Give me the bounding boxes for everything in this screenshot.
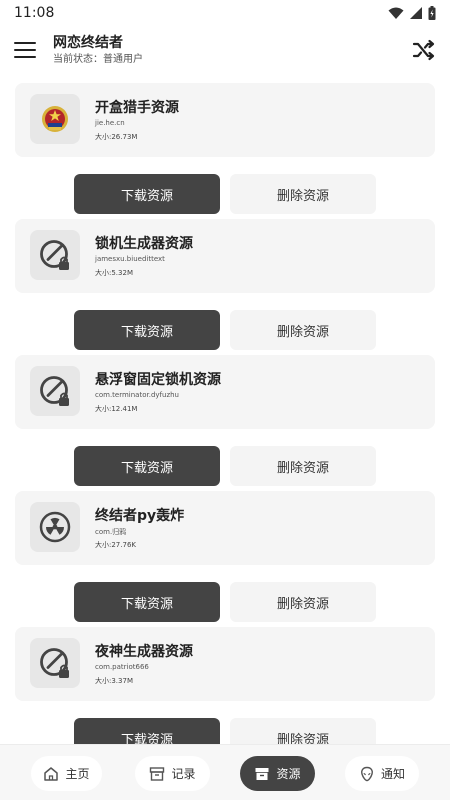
resource-item: 锁机生成器资源 jamesxu.biuedittext 大小:5.32M 下载资… [0,219,450,355]
lock-ban-icon [40,648,69,678]
resource-item: 开盒猎手资源 jie.he.cn 大小:26.73M 下载资源 删除资源 [0,83,450,219]
download-button[interactable]: 下载资源 [74,446,220,486]
status-time: 11:08 [14,5,55,21]
nav-item-notifications[interactable]: 通知 [345,756,419,791]
resource-package: com.terminator.dyfuzhu [95,391,179,399]
delete-button[interactable]: 删除资源 [230,310,376,350]
resource-package: jie.he.cn [95,119,125,127]
download-button[interactable]: 下载资源 [74,174,220,214]
archive-icon [255,767,269,780]
app-subtitle: 当前状态：普通用户 [53,53,143,65]
nav-label: 主页 [65,767,90,781]
resource-card[interactable]: 终结者py轰炸 com.归鸦 大小:27.76K [15,491,435,565]
download-button[interactable]: 下载资源 [74,582,220,622]
nav-item-records[interactable]: 记录 [135,756,210,791]
download-button[interactable]: 下载资源 [74,718,220,744]
resource-card[interactable]: 夜神生成器资源 com.patriot666 大小:3.37M [15,627,435,701]
resource-name: 夜神生成器资源 [95,644,193,660]
archive-icon [150,766,165,781]
resource-item: 悬浮窗固定锁机资源 com.terminator.dyfuzhu 大小:12.4… [0,355,450,491]
resource-name: 锁机生成器资源 [95,236,193,252]
title-block: 网恋终结者 当前状态：普通用户 [53,34,143,67]
resource-name: 开盒猎手资源 [95,100,179,116]
app-icon [30,502,80,552]
resource-package: jamesxu.biuedittext [95,255,165,263]
nav-label: 记录 [171,767,196,781]
resource-size: 大小:3.37M [95,677,133,685]
app-icon [30,366,80,416]
police-emblem-icon [42,106,68,132]
resource-size: 大小:12.41M [95,405,138,413]
status-bar: 11:08 [0,0,450,26]
resource-size: 大小:26.73M [95,133,138,141]
delete-button[interactable]: 删除资源 [230,174,376,214]
app-icon [30,94,80,144]
nav-item-home[interactable]: 主页 [31,756,102,791]
resource-card[interactable]: 开盒猎手资源 jie.he.cn 大小:26.73M [15,83,435,157]
nav-label: 资源 [276,767,301,781]
app-icon [30,230,80,280]
app-icon [30,638,80,688]
resource-card[interactable]: 悬浮窗固定锁机资源 com.terminator.dyfuzhu 大小:12.4… [15,355,435,429]
bottom-nav: 主页 记录 资源 通知 [0,744,450,800]
wifi-icon [388,7,404,19]
nav-label: 通知 [380,767,405,781]
battery-icon [428,6,436,20]
menu-button[interactable] [14,42,36,58]
status-icons [388,6,436,20]
lock-ban-icon [40,376,69,406]
resource-name: 悬浮窗固定锁机资源 [95,372,221,388]
resource-size: 大小:5.32M [95,269,133,277]
resource-item: 终结者py轰炸 com.归鸦 大小:27.76K 下载资源 删除资源 [0,491,450,627]
home-icon [44,766,59,781]
app-title: 网恋终结者 [53,34,123,51]
resource-item: 夜神生成器资源 com.patriot666 大小:3.37M 下载资源 删除资… [0,627,450,744]
radiation-icon [39,511,71,543]
resource-size: 大小:27.76K [95,541,136,549]
alien-icon [361,766,373,781]
nav-item-resources[interactable]: 资源 [240,756,315,791]
resource-card[interactable]: 锁机生成器资源 jamesxu.biuedittext 大小:5.32M [15,219,435,293]
delete-button[interactable]: 删除资源 [230,446,376,486]
resource-name: 终结者py轰炸 [95,508,185,524]
app-bar: 网恋终结者 当前状态：普通用户 [0,26,450,74]
menu-icon [14,42,36,44]
resource-list[interactable]: 开盒猎手资源 jie.he.cn 大小:26.73M 下载资源 删除资源 锁机生… [0,74,450,744]
resource-package: com.归鸦 [95,528,127,536]
delete-button[interactable]: 删除资源 [230,718,376,744]
signal-icon [410,7,422,19]
lock-ban-icon [40,240,69,270]
download-button[interactable]: 下载资源 [74,310,220,350]
delete-button[interactable]: 删除资源 [230,582,376,622]
shuffle-icon[interactable] [412,39,436,61]
resource-package: com.patriot666 [95,663,149,671]
